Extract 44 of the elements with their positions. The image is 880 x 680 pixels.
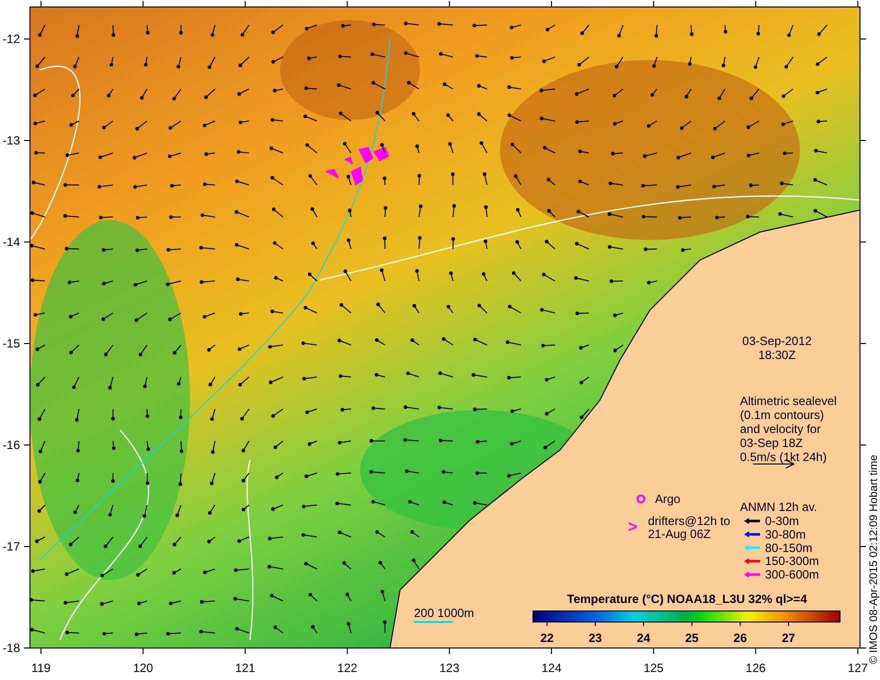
x-axis-label: 127 bbox=[848, 661, 868, 675]
x-axis-label: 121 bbox=[235, 661, 256, 675]
legend-label: 30-80m bbox=[765, 527, 806, 542]
argo-marker-icon bbox=[636, 494, 646, 504]
legend-text: 0.5m/s (1kt 24h) bbox=[740, 450, 827, 464]
legend-text: and velocity for bbox=[740, 422, 821, 436]
drifters-label: drifters@12h to bbox=[648, 514, 730, 528]
x-axis-label: 126 bbox=[746, 661, 766, 675]
y-axis-label: -12 bbox=[2, 32, 20, 46]
colorbar-label: 26 bbox=[734, 631, 747, 645]
date-label: 03-Sep-2012 bbox=[742, 334, 812, 348]
anmn-legend-title: ANMN 12h av. bbox=[740, 500, 818, 514]
y-axis-label: -17 bbox=[2, 540, 20, 554]
isobath-line-icon bbox=[414, 621, 453, 623]
drifter-marker: > bbox=[628, 519, 638, 536]
time-label: 18:30Z bbox=[758, 348, 796, 362]
drifters-label: 21-Aug 06Z bbox=[648, 527, 711, 541]
legend-label: 0-30m bbox=[765, 514, 800, 528]
y-axis-label: -18 bbox=[2, 641, 20, 655]
y-axis-label: -15 bbox=[2, 336, 20, 350]
x-axis-label: 124 bbox=[541, 661, 562, 675]
x-axis-label: 120 bbox=[133, 661, 154, 675]
legend-label: 80-150m bbox=[765, 540, 812, 555]
legend-text: Altimetric sealevel bbox=[740, 394, 837, 408]
x-axis-label: 123 bbox=[439, 661, 460, 675]
x-axis-label: 119 bbox=[31, 661, 51, 675]
legend-label: 300-600m bbox=[765, 568, 820, 582]
colorbar-label: 22 bbox=[540, 631, 554, 645]
y-axis-label: -16 bbox=[2, 438, 20, 452]
argo-label: Argo bbox=[655, 492, 680, 506]
y-axis-label: -14 bbox=[2, 235, 20, 249]
x-axis-label: 122 bbox=[337, 661, 358, 675]
isobath-label: 200 1000m bbox=[414, 606, 474, 620]
legend-text: (0.1m contours) bbox=[740, 408, 824, 422]
colorbar-label: 24 bbox=[636, 631, 650, 645]
colorbar-label: 25 bbox=[685, 631, 699, 645]
colorbar-title: Temperature (°C) NOAA18_L3U 32% ql>=4 bbox=[567, 592, 807, 606]
colorbar-label: 27 bbox=[782, 631, 796, 645]
colorbar-label: 23 bbox=[588, 631, 602, 645]
credit-text: © IMOS 08-Apr-2015 02:12:09 Hobart time bbox=[868, 454, 880, 664]
legend-text: 03-Sep 18Z bbox=[740, 436, 803, 450]
y-axis-label: -13 bbox=[2, 134, 20, 148]
legend-label: 150-300m bbox=[765, 554, 820, 568]
x-axis-label: 125 bbox=[644, 661, 664, 675]
